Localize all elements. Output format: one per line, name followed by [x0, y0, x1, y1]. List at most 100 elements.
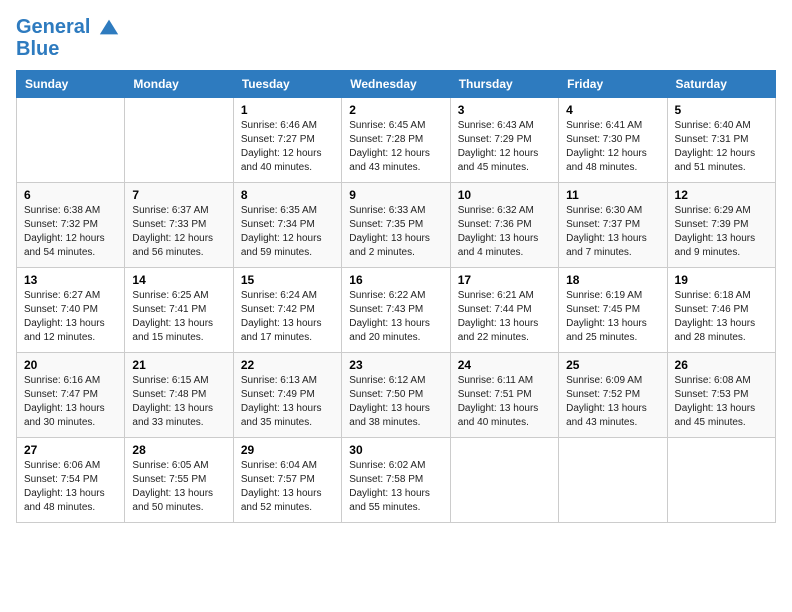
- calendar-cell: 11 Sunrise: 6:30 AM Sunset: 7:37 PM Dayli…: [559, 183, 667, 268]
- day-info: Sunrise: 6:35 AM Sunset: 7:34 PM Dayligh…: [241, 204, 334, 260]
- day-info: Sunrise: 6:25 AM Sunset: 7:41 PM Dayligh…: [132, 289, 225, 345]
- calendar-cell: 18 Sunrise: 6:19 AM Sunset: 7:45 PM Dayli…: [559, 268, 667, 353]
- day-info: Sunrise: 6:37 AM Sunset: 7:33 PM Dayligh…: [132, 204, 225, 260]
- calendar-cell: 23Sunrise: 6:12 AM Sunset: 7:50 PM Dayli…: [342, 353, 450, 438]
- calendar-cell: 22 Sunrise: 6:13 AM Sunset: 7:49 PM Dayli…: [233, 353, 341, 438]
- calendar-cell: 19 Sunrise: 6:18 AM Sunset: 7:46 PM Dayli…: [667, 268, 775, 353]
- calendar-cell: 15 Sunrise: 6:24 AM Sunset: 7:42 PM Dayli…: [233, 268, 341, 353]
- day-info: Sunrise: 6:09 AM Sunset: 7:52 PM Dayligh…: [566, 374, 659, 430]
- day-info: Sunrise: 6:21 AM Sunset: 7:44 PM Dayligh…: [458, 289, 551, 345]
- calendar-cell: [125, 98, 233, 183]
- day-number: 20: [24, 358, 117, 372]
- calendar-cell: 4 Sunrise: 6:41 AM Sunset: 7:30 PM Daylig…: [559, 98, 667, 183]
- day-info: Sunrise: 6:05 AM Sunset: 7:55 PM Dayligh…: [132, 459, 225, 515]
- day-number: 17: [458, 273, 551, 287]
- day-number: 24: [458, 358, 551, 372]
- day-number: 21: [132, 358, 225, 372]
- calendar-cell: 30 Sunrise: 6:02 AM Sunset: 7:58 PM Dayli…: [342, 438, 450, 523]
- day-number: 29: [241, 443, 334, 457]
- day-number: 4: [566, 103, 659, 117]
- logo-text: General Blue: [16, 16, 120, 60]
- calendar-cell: 20 Sunrise: 6:16 AM Sunset: 7:47 PM Dayli…: [17, 353, 125, 438]
- day-info: Sunrise: 6:40 AM Sunset: 7:31 PM Dayligh…: [675, 119, 768, 175]
- col-header-thursday: Thursday: [450, 71, 558, 98]
- day-number: 12: [675, 188, 768, 202]
- col-header-wednesday: Wednesday: [342, 71, 450, 98]
- day-number: 3: [458, 103, 551, 117]
- calendar-cell: 27 Sunrise: 6:06 AM Sunset: 7:54 PM Dayli…: [17, 438, 125, 523]
- calendar-cell: 8 Sunrise: 6:35 AM Sunset: 7:34 PM Daylig…: [233, 183, 341, 268]
- day-info: Sunrise: 6:12 AM Sunset: 7:50 PM Dayligh…: [349, 374, 442, 430]
- day-number: 18: [566, 273, 659, 287]
- col-header-sunday: Sunday: [17, 71, 125, 98]
- day-info: Sunrise: 6:15 AM Sunset: 7:48 PM Dayligh…: [132, 374, 225, 430]
- page-header: General Blue: [16, 16, 776, 60]
- calendar-cell: 12 Sunrise: 6:29 AM Sunset: 7:39 PM Dayli…: [667, 183, 775, 268]
- logo: General Blue: [16, 16, 120, 60]
- calendar-cell: 17 Sunrise: 6:21 AM Sunset: 7:44 PM Dayli…: [450, 268, 558, 353]
- day-info: Sunrise: 6:32 AM Sunset: 7:36 PM Dayligh…: [458, 204, 551, 260]
- day-number: 11: [566, 188, 659, 202]
- day-info: Sunrise: 6:02 AM Sunset: 7:58 PM Dayligh…: [349, 459, 442, 515]
- day-info: Sunrise: 6:13 AM Sunset: 7:49 PM Dayligh…: [241, 374, 334, 430]
- day-number: 30: [349, 443, 442, 457]
- col-header-monday: Monday: [125, 71, 233, 98]
- day-number: 2: [349, 103, 442, 117]
- day-info: Sunrise: 6:22 AM Sunset: 7:43 PM Dayligh…: [349, 289, 442, 345]
- day-info: Sunrise: 6:19 AM Sunset: 7:45 PM Dayligh…: [566, 289, 659, 345]
- calendar-cell: 24 Sunrise: 6:11 AM Sunset: 7:51 PM Dayli…: [450, 353, 558, 438]
- calendar-cell: [450, 438, 558, 523]
- calendar-cell: 2 Sunrise: 6:45 AM Sunset: 7:28 PM Daylig…: [342, 98, 450, 183]
- day-info: Sunrise: 6:11 AM Sunset: 7:51 PM Dayligh…: [458, 374, 551, 430]
- day-info: Sunrise: 6:30 AM Sunset: 7:37 PM Dayligh…: [566, 204, 659, 260]
- day-number: 13: [24, 273, 117, 287]
- calendar-cell: 3 Sunrise: 6:43 AM Sunset: 7:29 PM Daylig…: [450, 98, 558, 183]
- day-info: Sunrise: 6:04 AM Sunset: 7:57 PM Dayligh…: [241, 459, 334, 515]
- day-number: 14: [132, 273, 225, 287]
- day-info: Sunrise: 6:29 AM Sunset: 7:39 PM Dayligh…: [675, 204, 768, 260]
- calendar-cell: 28Sunrise: 6:05 AM Sunset: 7:55 PM Dayli…: [125, 438, 233, 523]
- calendar-cell: 13 Sunrise: 6:27 AM Sunset: 7:40 PM Dayli…: [17, 268, 125, 353]
- day-number: 5: [675, 103, 768, 117]
- calendar-cell: 1Sunrise: 6:46 AM Sunset: 7:27 PM Daylig…: [233, 98, 341, 183]
- day-number: 26: [675, 358, 768, 372]
- day-number: 27: [24, 443, 117, 457]
- day-info: Sunrise: 6:24 AM Sunset: 7:42 PM Dayligh…: [241, 289, 334, 345]
- col-header-tuesday: Tuesday: [233, 71, 341, 98]
- day-number: 7: [132, 188, 225, 202]
- day-number: 6: [24, 188, 117, 202]
- day-info: Sunrise: 6:06 AM Sunset: 7:54 PM Dayligh…: [24, 459, 117, 515]
- day-number: 25: [566, 358, 659, 372]
- day-number: 15: [241, 273, 334, 287]
- calendar-cell: 5 Sunrise: 6:40 AM Sunset: 7:31 PM Daylig…: [667, 98, 775, 183]
- calendar-cell: 14 Sunrise: 6:25 AM Sunset: 7:41 PM Dayli…: [125, 268, 233, 353]
- calendar-cell: [559, 438, 667, 523]
- day-info: Sunrise: 6:08 AM Sunset: 7:53 PM Dayligh…: [675, 374, 768, 430]
- day-number: 16: [349, 273, 442, 287]
- day-info: Sunrise: 6:46 AM Sunset: 7:27 PM Dayligh…: [241, 119, 334, 175]
- calendar-cell: 16 Sunrise: 6:22 AM Sunset: 7:43 PM Dayli…: [342, 268, 450, 353]
- day-info: Sunrise: 6:43 AM Sunset: 7:29 PM Dayligh…: [458, 119, 551, 175]
- calendar-cell: 7 Sunrise: 6:37 AM Sunset: 7:33 PM Daylig…: [125, 183, 233, 268]
- day-info: Sunrise: 6:41 AM Sunset: 7:30 PM Dayligh…: [566, 119, 659, 175]
- day-number: 19: [675, 273, 768, 287]
- day-info: Sunrise: 6:27 AM Sunset: 7:40 PM Dayligh…: [24, 289, 117, 345]
- day-info: Sunrise: 6:18 AM Sunset: 7:46 PM Dayligh…: [675, 289, 768, 345]
- day-number: 8: [241, 188, 334, 202]
- day-info: Sunrise: 6:16 AM Sunset: 7:47 PM Dayligh…: [24, 374, 117, 430]
- day-info: Sunrise: 6:45 AM Sunset: 7:28 PM Dayligh…: [349, 119, 442, 175]
- day-number: 10: [458, 188, 551, 202]
- calendar-cell: 29 Sunrise: 6:04 AM Sunset: 7:57 PM Dayli…: [233, 438, 341, 523]
- day-number: 22: [241, 358, 334, 372]
- col-header-friday: Friday: [559, 71, 667, 98]
- calendar-cell: 21 Sunrise: 6:15 AM Sunset: 7:48 PM Dayli…: [125, 353, 233, 438]
- calendar-cell: [17, 98, 125, 183]
- day-info: Sunrise: 6:33 AM Sunset: 7:35 PM Dayligh…: [349, 204, 442, 260]
- calendar-cell: 10 Sunrise: 6:32 AM Sunset: 7:36 PM Dayli…: [450, 183, 558, 268]
- calendar-cell: 25 Sunrise: 6:09 AM Sunset: 7:52 PM Dayli…: [559, 353, 667, 438]
- calendar-cell: 9 Sunrise: 6:33 AM Sunset: 7:35 PM Daylig…: [342, 183, 450, 268]
- calendar-cell: [667, 438, 775, 523]
- day-number: 9: [349, 188, 442, 202]
- calendar-cell: 6 Sunrise: 6:38 AM Sunset: 7:32 PM Daylig…: [17, 183, 125, 268]
- day-info: Sunrise: 6:38 AM Sunset: 7:32 PM Dayligh…: [24, 204, 117, 260]
